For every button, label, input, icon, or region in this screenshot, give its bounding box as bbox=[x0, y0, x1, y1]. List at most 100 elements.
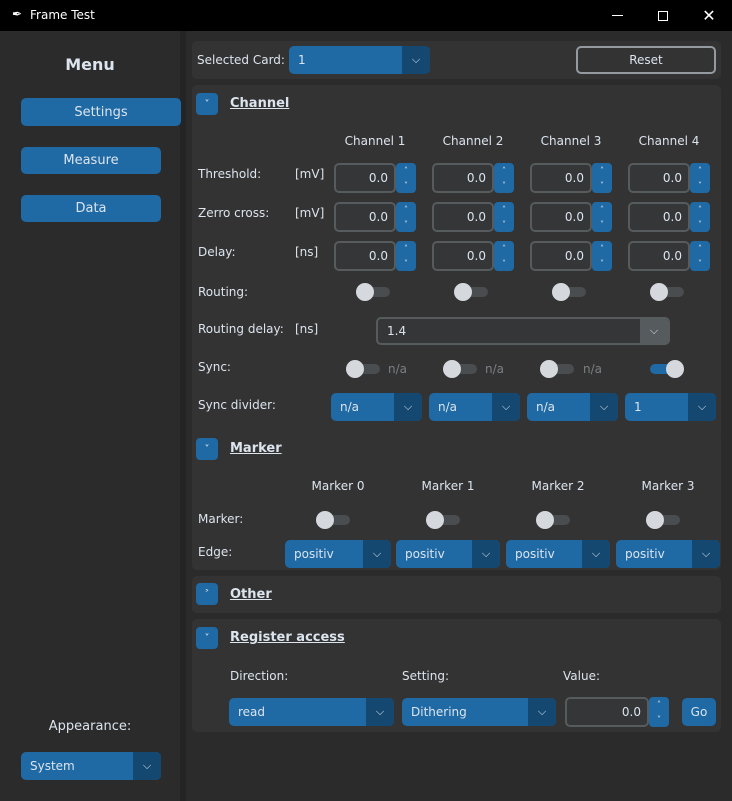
value-spinbox[interactable]: 0.0 ˄ ˅ bbox=[565, 697, 669, 727]
spin-arrows[interactable]: ˄ ˅ bbox=[690, 241, 710, 271]
spin-arrows[interactable]: ˄ ˅ bbox=[494, 163, 514, 193]
zero-cross-spinbox[interactable]: 0.0 ˄ ˅ bbox=[432, 202, 514, 232]
threshold-spinbox[interactable]: 0.0 ˄ ˅ bbox=[432, 163, 514, 193]
edge-dropdown[interactable]: positiv ⌵ bbox=[396, 540, 500, 568]
chevron-down-icon[interactable]: ˅ bbox=[690, 256, 710, 271]
marker-switch[interactable] bbox=[426, 511, 460, 529]
spin-arrows[interactable]: ˄ ˅ bbox=[396, 163, 416, 193]
zero-cross-field[interactable]: 0.0 bbox=[334, 202, 396, 232]
go-button[interactable]: Go bbox=[682, 698, 716, 726]
marker-collapse-button[interactable]: ˅ bbox=[196, 438, 218, 460]
edge-dropdown[interactable]: positiv ⌵ bbox=[616, 540, 720, 568]
chevron-down-icon[interactable]: ˅ bbox=[396, 217, 416, 232]
zero-cross-field[interactable]: 0.0 bbox=[530, 202, 592, 232]
chevron-up-icon[interactable]: ˄ bbox=[494, 202, 514, 217]
sync-divider-dropdown[interactable]: n/a ⌵ bbox=[527, 393, 618, 421]
zero-cross-spinbox[interactable]: 0.0 ˄ ˅ bbox=[530, 202, 612, 232]
sync-switch[interactable] bbox=[650, 360, 684, 378]
threshold-field[interactable]: 0.0 bbox=[628, 163, 690, 193]
delay-spinbox[interactable]: 0.0 ˄ ˅ bbox=[334, 241, 416, 271]
minimize-button[interactable] bbox=[594, 0, 640, 31]
marker-switch[interactable] bbox=[536, 511, 570, 529]
settings-button[interactable]: Settings bbox=[21, 98, 181, 126]
sync-divider-dropdown[interactable]: n/a ⌵ bbox=[331, 393, 422, 421]
routing-delay-dropdown[interactable]: 1.4 ⌵ bbox=[376, 317, 670, 345]
sync-switch[interactable] bbox=[540, 360, 574, 378]
data-button[interactable]: Data bbox=[21, 195, 161, 222]
chevron-up-icon[interactable]: ˄ bbox=[396, 241, 416, 256]
spin-arrows[interactable]: ˄ ˅ bbox=[592, 202, 612, 232]
spin-arrows[interactable]: ˄ ˅ bbox=[649, 697, 669, 727]
chevron-down-icon[interactable]: ˅ bbox=[592, 178, 612, 193]
chevron-down-icon[interactable]: ˅ bbox=[592, 217, 612, 232]
delay-field[interactable]: 0.0 bbox=[334, 241, 396, 271]
chevron-up-icon[interactable]: ˄ bbox=[690, 202, 710, 217]
spin-arrows[interactable]: ˄ ˅ bbox=[494, 241, 514, 271]
chevron-down-icon[interactable]: ˅ bbox=[592, 256, 612, 271]
other-expand-button[interactable]: ˃ bbox=[196, 583, 218, 605]
sync-divider-dropdown[interactable]: n/a ⌵ bbox=[429, 393, 520, 421]
marker-switch[interactable] bbox=[646, 511, 680, 529]
chevron-down-icon[interactable]: ˅ bbox=[690, 178, 710, 193]
chevron-up-icon[interactable]: ˄ bbox=[690, 163, 710, 178]
spin-arrows[interactable]: ˄ ˅ bbox=[592, 241, 612, 271]
zero-cross-spinbox[interactable]: 0.0 ˄ ˅ bbox=[334, 202, 416, 232]
chevron-down-icon[interactable]: ˅ bbox=[649, 712, 669, 727]
routing-switch[interactable] bbox=[454, 283, 488, 301]
chevron-up-icon[interactable]: ˄ bbox=[649, 697, 669, 712]
chevron-down-icon[interactable]: ˅ bbox=[494, 256, 514, 271]
threshold-spinbox[interactable]: 0.0 ˄ ˅ bbox=[530, 163, 612, 193]
maximize-button[interactable] bbox=[640, 0, 686, 31]
spin-arrows[interactable]: ˄ ˅ bbox=[494, 202, 514, 232]
delay-field[interactable]: 0.0 bbox=[432, 241, 494, 271]
chevron-down-icon[interactable]: ˅ bbox=[690, 217, 710, 232]
reset-button[interactable]: Reset bbox=[576, 46, 716, 74]
delay-spinbox[interactable]: 0.0 ˄ ˅ bbox=[628, 241, 710, 271]
routing-switch[interactable] bbox=[356, 283, 390, 301]
sync-divider-dropdown[interactable]: 1 ⌵ bbox=[625, 393, 716, 421]
value-field[interactable]: 0.0 bbox=[565, 697, 649, 727]
chevron-up-icon[interactable]: ˄ bbox=[494, 163, 514, 178]
zero-cross-spinbox[interactable]: 0.0 ˄ ˅ bbox=[628, 202, 710, 232]
direction-dropdown[interactable]: read ⌵ bbox=[229, 698, 394, 726]
chevron-up-icon[interactable]: ˄ bbox=[592, 241, 612, 256]
sync-switch[interactable] bbox=[443, 360, 477, 378]
delay-field[interactable]: 0.0 bbox=[530, 241, 592, 271]
spin-arrows[interactable]: ˄ ˅ bbox=[690, 163, 710, 193]
threshold-field[interactable]: 0.0 bbox=[530, 163, 592, 193]
chevron-up-icon[interactable]: ˄ bbox=[396, 202, 416, 217]
routing-switch[interactable] bbox=[650, 283, 684, 301]
zero-cross-field[interactable]: 0.0 bbox=[628, 202, 690, 232]
appearance-dropdown[interactable]: System ⌵ bbox=[21, 752, 161, 780]
delay-field[interactable]: 0.0 bbox=[628, 241, 690, 271]
edge-dropdown[interactable]: positiv ⌵ bbox=[506, 540, 610, 568]
delay-spinbox[interactable]: 0.0 ˄ ˅ bbox=[432, 241, 514, 271]
routing-switch[interactable] bbox=[552, 283, 586, 301]
threshold-field[interactable]: 0.0 bbox=[334, 163, 396, 193]
delay-spinbox[interactable]: 0.0 ˄ ˅ bbox=[530, 241, 612, 271]
measure-button[interactable]: Measure bbox=[21, 147, 161, 174]
chevron-up-icon[interactable]: ˄ bbox=[592, 163, 612, 178]
edge-dropdown[interactable]: positiv ⌵ bbox=[285, 540, 391, 568]
chevron-down-icon[interactable]: ˅ bbox=[396, 178, 416, 193]
sync-switch[interactable] bbox=[346, 360, 380, 378]
threshold-spinbox[interactable]: 0.0 ˄ ˅ bbox=[334, 163, 416, 193]
spin-arrows[interactable]: ˄ ˅ bbox=[690, 202, 710, 232]
chevron-down-icon[interactable]: ˅ bbox=[494, 178, 514, 193]
close-button[interactable]: ✕ bbox=[686, 0, 732, 31]
chevron-up-icon[interactable]: ˄ bbox=[690, 241, 710, 256]
channel-collapse-button[interactable]: ˅ bbox=[196, 93, 218, 115]
spin-arrows[interactable]: ˄ ˅ bbox=[396, 202, 416, 232]
chevron-up-icon[interactable]: ˄ bbox=[396, 163, 416, 178]
threshold-spinbox[interactable]: 0.0 ˄ ˅ bbox=[628, 163, 710, 193]
setting-dropdown[interactable]: Dithering ⌵ bbox=[402, 698, 556, 726]
chevron-down-icon[interactable]: ˅ bbox=[396, 256, 416, 271]
zero-cross-field[interactable]: 0.0 bbox=[432, 202, 494, 232]
selected-card-dropdown[interactable]: 1 ⌵ bbox=[289, 46, 430, 74]
chevron-up-icon[interactable]: ˄ bbox=[494, 241, 514, 256]
spin-arrows[interactable]: ˄ ˅ bbox=[396, 241, 416, 271]
spin-arrows[interactable]: ˄ ˅ bbox=[592, 163, 612, 193]
marker-switch[interactable] bbox=[316, 511, 350, 529]
threshold-field[interactable]: 0.0 bbox=[432, 163, 494, 193]
chevron-down-icon[interactable]: ˅ bbox=[494, 217, 514, 232]
